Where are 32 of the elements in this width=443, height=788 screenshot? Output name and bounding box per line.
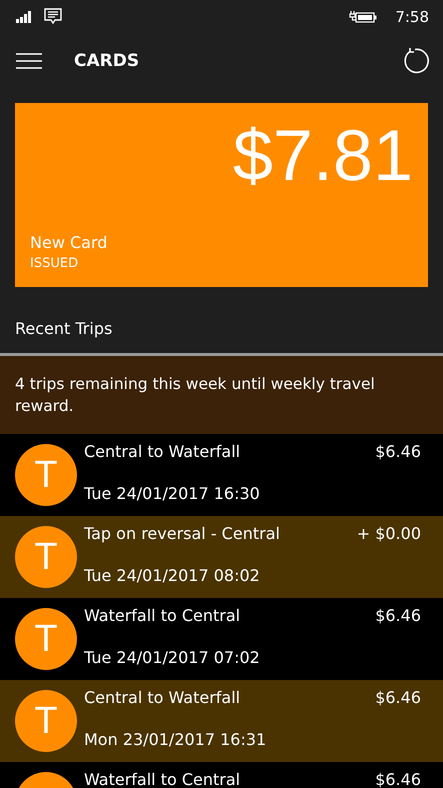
- trip-row[interactable]: T Tap on reversal - Central + $0.00 Tue 24/01/2017 08:02: [0, 516, 443, 598]
- battery-charging-icon: [349, 10, 378, 24]
- trip-time: Mon 23/01/2017 16:31: [84, 732, 268, 748]
- trip-route: Central to Waterfall: [84, 444, 240, 460]
- message-icon: [44, 8, 62, 25]
- section-title: Recent Trips: [15, 318, 112, 338]
- trip-amount: $6.46: [375, 444, 421, 460]
- card-name: New Card: [30, 233, 108, 252]
- trip-route: Tap on reversal - Central: [84, 526, 280, 542]
- trip-avatar: T: [15, 608, 77, 670]
- trip-amount: $6.46: [375, 690, 421, 706]
- trip-route: Waterfall to Central: [84, 608, 240, 624]
- menu-button[interactable]: [16, 52, 42, 68]
- page-title: CARDS: [74, 50, 140, 70]
- trip-amount: $6.46: [375, 772, 421, 788]
- signal-icon: [16, 10, 34, 23]
- trip-time: Tue 24/01/2017 16:30: [84, 486, 261, 502]
- status-time: 7:58: [395, 8, 429, 26]
- reward-message: 4 trips remaining this week until weekly travel reward.: [15, 375, 375, 415]
- trip-route: Central to Waterfall: [84, 690, 240, 706]
- trip-route: Waterfall to Central: [84, 772, 240, 788]
- trip-amount: + $0.00: [356, 526, 421, 542]
- card-status: ISSUED: [30, 256, 78, 271]
- card-balance: $7.81: [232, 117, 413, 196]
- menu-icon: [16, 52, 42, 68]
- trip-avatar: T: [15, 444, 77, 506]
- trip-avatar: T: [15, 690, 77, 752]
- trip-avatar: T: [15, 526, 77, 588]
- trip-time: Tue 24/01/2017 08:02: [84, 568, 261, 584]
- trip-row[interactable]: T Central to Waterfall $6.46 Mon 23/01/2017 16:31: [0, 680, 443, 762]
- trip-time: Tue 24/01/2017 07:02: [84, 650, 261, 666]
- trip-amount: $6.46: [375, 608, 421, 624]
